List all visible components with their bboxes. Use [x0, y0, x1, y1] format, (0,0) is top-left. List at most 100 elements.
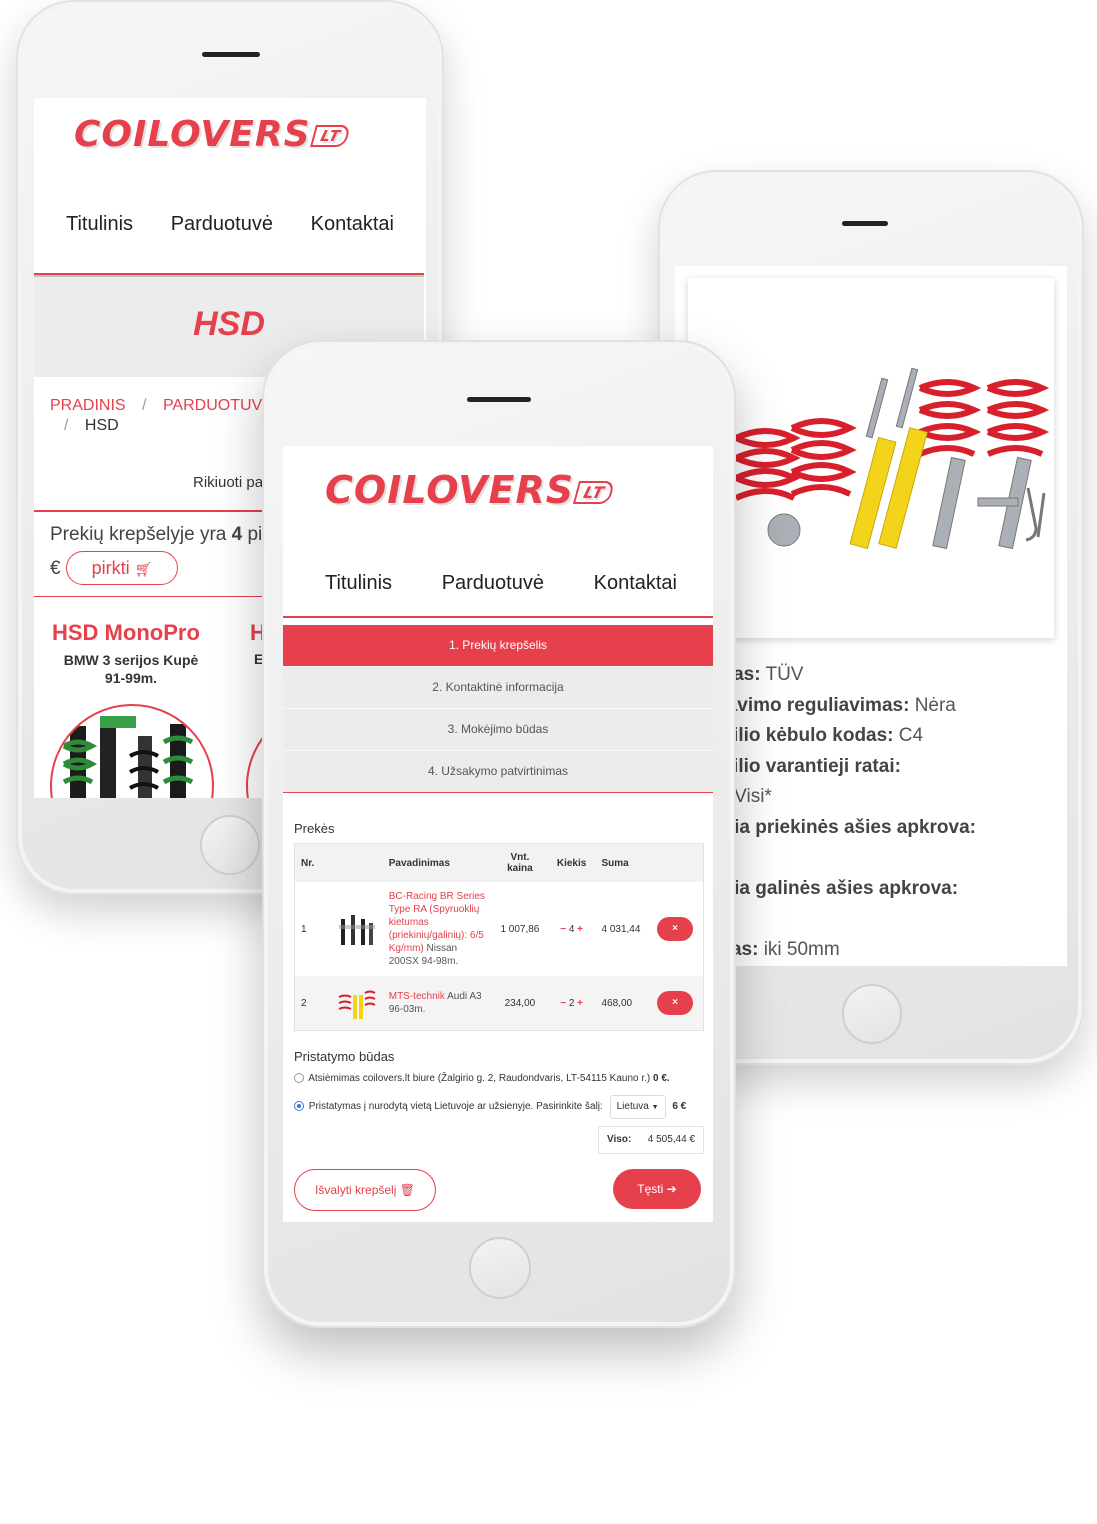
cart-icon: 🛒︎ [134, 561, 153, 577]
step-confirmation[interactable]: 4. Užsakymo patvirtinimas [283, 751, 713, 793]
increase-qty-button[interactable]: + [577, 998, 583, 1009]
remove-item-button[interactable]: × [657, 991, 694, 1015]
product-photo [688, 278, 1054, 638]
main-nav: Titulinis Parduotuvė Kontaktai [66, 213, 394, 236]
speaker [842, 221, 888, 226]
qty-value: 2 [568, 997, 575, 1009]
home-button[interactable] [842, 984, 902, 1044]
row-actions: × [651, 976, 703, 1030]
table-row: 2 MTS-technik Audi A3 96-03m. 234,00 − 2… [295, 976, 703, 1030]
speaker [467, 397, 531, 402]
radio-unchecked-icon[interactable] [294, 1073, 304, 1084]
row-name: BC-Racing BR Series Type RA (Spyruoklių … [383, 882, 492, 976]
divider [283, 616, 713, 618]
decrease-qty-button[interactable]: − [560, 924, 566, 935]
breadcrumb-current: HSD [84, 417, 119, 434]
product-link[interactable]: MTS-technik [389, 991, 445, 1002]
cart-notice: Prekių krepšelyje yra 4 pi [50, 524, 262, 546]
clear-cart-button[interactable]: Išvalyti krepšelį 🗑︎ [294, 1169, 436, 1211]
breadcrumb-separator: / [142, 397, 147, 414]
product-thumbnail [335, 909, 377, 949]
nav-item-home[interactable]: Titulinis [66, 213, 133, 236]
delivery-option-text: Atsiėmimas coilovers.lt biure (Žalgirio … [308, 1073, 651, 1084]
table-header: Nr. Pavadinimas Vnt. kaina Kiekis Suma [295, 844, 703, 882]
nav-item-shop[interactable]: Parduotuvė [171, 213, 273, 236]
logo-suffix: LT [573, 481, 616, 504]
coilover-kit-thumb-image [338, 990, 376, 1019]
column-header-name: Pavadinimas [382, 844, 493, 882]
spec-value: Nėra [914, 695, 956, 716]
nav-item-contacts[interactable]: Kontaktai [594, 572, 677, 595]
cart-notice-prefix: Prekių krepšelyje yra [50, 524, 227, 545]
spec-value: iki 50mm [763, 939, 840, 960]
country-select[interactable]: Lietuva ▼ [609, 1095, 666, 1119]
delivery-title: Pristatymo būdas [294, 1049, 395, 1064]
clear-cart-label: Išvalyti krepšelį [315, 1183, 397, 1197]
total-label: Viso: [607, 1134, 632, 1145]
cart-notice-suffix: pi [247, 524, 263, 545]
table-row: 1 BC-Racing BR Series Type RA (Spyruokli… [295, 882, 703, 976]
column-header-qty: Kiekis [547, 844, 596, 882]
total-box: Viso: 4 505,44 € [598, 1126, 704, 1154]
home-button[interactable] [200, 815, 260, 875]
main-nav: Titulinis Parduotuvė Kontaktai [325, 572, 677, 595]
breadcrumb-separator: / [64, 417, 69, 434]
nav-item-shop[interactable]: Parduotuvė [442, 572, 544, 595]
cart-table: Nr. Pavadinimas Vnt. kaina Kiekis Suma 1 [295, 844, 703, 1030]
row-nr: 2 [301, 997, 307, 1009]
delivery-option-pickup[interactable]: Atsiėmimas coilovers.lt biure (Žalgirio … [294, 1073, 670, 1084]
logo-text: COILOVERS [74, 114, 311, 155]
coilover-thumb-image [338, 915, 375, 945]
breadcrumb-home[interactable]: PRADINIS [50, 397, 126, 414]
center-phone-screen: COILOVERS LT Titulinis Parduotuvė Kontakt… [283, 446, 713, 1222]
home-button[interactable] [469, 1237, 531, 1299]
cart-table-wrap: Nr. Pavadinimas Vnt. kaina Kiekis Suma 1 [294, 843, 704, 1031]
row-sum: 468,00 [601, 997, 633, 1009]
nav-item-contacts[interactable]: Kontaktai [311, 213, 394, 236]
step-cart[interactable]: 1. Prekių krepšelis [283, 625, 713, 667]
trash-icon: 🗑︎ [399, 1183, 415, 1197]
radio-checked-icon[interactable] [294, 1101, 304, 1112]
items-title: Prekės [294, 821, 335, 836]
row-qty: − 2 + [548, 976, 596, 1030]
row-qty: − 4 + [548, 882, 596, 976]
sort-label[interactable]: Rikiuoti pa [193, 474, 263, 491]
row-image[interactable] [329, 976, 383, 1030]
column-header-image [328, 844, 383, 882]
logo[interactable]: COILOVERS LT [325, 468, 616, 512]
delivery-option-price: 0 €. [653, 1073, 670, 1084]
coilover-image [62, 716, 194, 798]
row-image[interactable] [329, 882, 383, 976]
step-contact-info[interactable]: 2. Kontaktinė informacija [283, 667, 713, 709]
delivery-option-shipping[interactable]: Pristatymas į nurodytą vietą Lietuvoje a… [294, 1095, 686, 1119]
remove-item-button[interactable]: × [657, 917, 694, 941]
logo-suffix: LT [309, 125, 351, 147]
speaker [202, 52, 260, 57]
caret-down-icon: ▼ [651, 1104, 659, 1111]
column-header-sum: Suma [595, 844, 652, 882]
spec-value: TÜV [765, 664, 804, 685]
checkout-steps: 1. Prekių krepšelis 2. Kontaktinė inform… [283, 625, 713, 793]
step-payment[interactable]: 3. Mokėjimo būdas [283, 709, 713, 751]
row-actions: × [651, 882, 703, 976]
decrease-qty-button[interactable]: − [560, 998, 566, 1009]
spec-value: C4 [898, 725, 924, 746]
center-phone: COILOVERS LT Titulinis Parduotuvė Kontakt… [262, 340, 736, 1328]
logo[interactable]: COILOVERS LT [74, 114, 351, 155]
increase-qty-button[interactable]: + [577, 924, 583, 935]
delivery-option-price: 6 € [672, 1101, 687, 1112]
product-subtitle: BMW 3 serijos Kupė 91-99m. [63, 652, 199, 686]
row-unit-price: 1 007,86 [500, 923, 540, 935]
buy-button[interactable]: pirkti 🛒︎ [66, 551, 178, 585]
row-unit-price: 234,00 [504, 997, 536, 1009]
product-title[interactable]: HSD MonoPro [52, 620, 200, 646]
nav-item-home[interactable]: Titulinis [325, 572, 392, 595]
product-image[interactable] [50, 704, 214, 798]
continue-button[interactable]: Tęsti ➔ [613, 1169, 701, 1209]
logo-text: COILOVERS [325, 468, 575, 512]
delivery-option-text: Pristatymas į nurodytą vietą Lietuvoje a… [308, 1101, 603, 1112]
breadcrumb-shop[interactable]: PARDUOTUVĖ [163, 397, 273, 414]
continue-label: Tęsti [637, 1182, 664, 1196]
arrow-right-icon: ➔ [666, 1182, 677, 1196]
buy-button-label: pirkti [91, 558, 130, 578]
